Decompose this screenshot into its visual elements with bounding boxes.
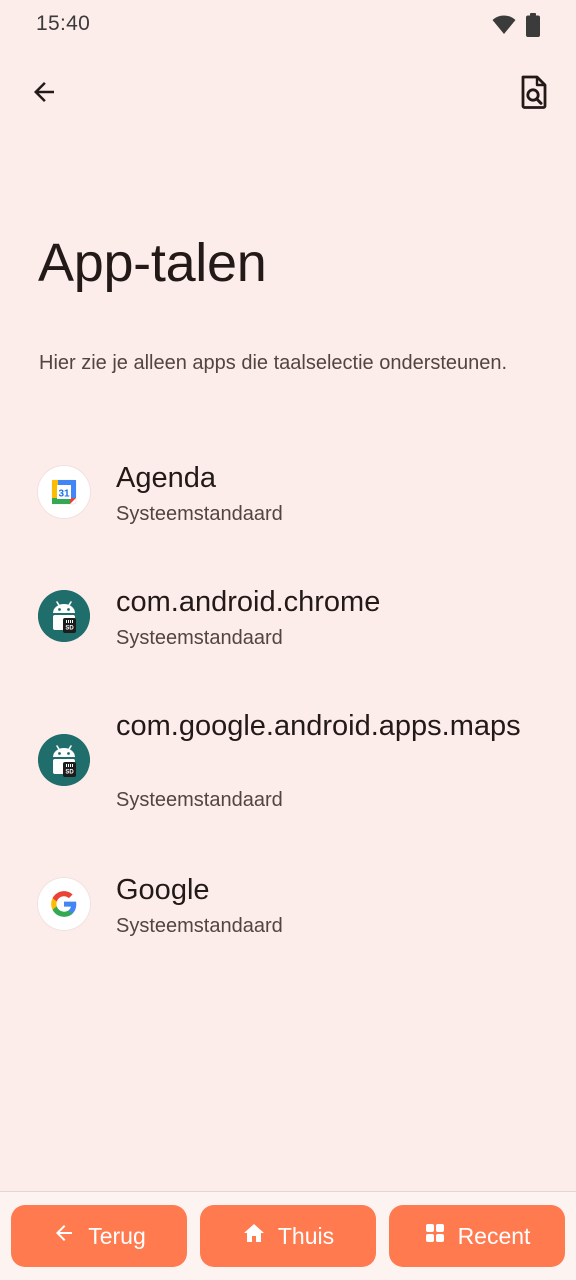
nav-recent-label: Recent [457,1222,531,1249]
app-name: com.google.android.apps.maps [116,710,521,742]
page-subtitle: Hier zie je alleen apps die taalselectie… [39,352,508,374]
svg-text:SD: SD [65,770,74,776]
home-icon [242,1221,266,1251]
app-language: Systeemstandaard [116,915,283,937]
status-bar: 15:40 [0,0,576,50]
nav-home-button[interactable]: Thuis [200,1205,376,1267]
calendar-icon: 31 [38,466,90,518]
top-app-bar [0,66,576,122]
app-item-agenda[interactable]: 31 Agenda Systeemstandaard [0,440,576,550]
screen: 15:40 App-talen Hier zie je alleen apps … [0,0,576,1280]
nav-back-button[interactable]: Terug [11,1205,187,1267]
nav-back-label: Terug [88,1222,146,1249]
status-time: 15:40 [36,12,91,35]
app-language: Systeemstandaard [116,503,283,525]
search-document-icon [519,75,549,114]
search-button[interactable] [512,72,556,116]
svg-text:SD: SD [65,626,74,632]
page-title: App-talen [38,233,267,293]
app-language: Systeemstandaard [116,627,283,649]
status-icons [492,13,540,42]
recent-apps-icon [424,1222,446,1250]
nav-recent-button[interactable]: Recent [389,1205,565,1267]
app-item-google[interactable]: Google Systeemstandaard [0,852,576,962]
app-name: Agenda [116,462,216,494]
android-default-icon: SD [38,734,90,786]
app-item-chrome[interactable]: SD com.android.chrome Systeemstandaard [0,564,576,674]
nav-home-label: Thuis [277,1222,335,1249]
google-icon [38,878,90,930]
calendar-day-number: 31 [58,489,70,500]
app-name: Google [116,874,210,906]
app-item-maps[interactable]: SD com.google.android.apps.maps Systeems… [0,688,576,838]
back-arrow-icon [29,77,59,112]
android-default-icon: SD [38,590,90,642]
back-arrow-icon [52,1221,76,1251]
wifi-icon [492,15,516,40]
bottom-nav: Terug Thuis Recent [0,1191,576,1280]
back-button[interactable] [22,72,66,116]
app-language: Systeemstandaard [116,789,283,811]
battery-icon [526,13,540,42]
app-name: com.android.chrome [116,586,381,618]
